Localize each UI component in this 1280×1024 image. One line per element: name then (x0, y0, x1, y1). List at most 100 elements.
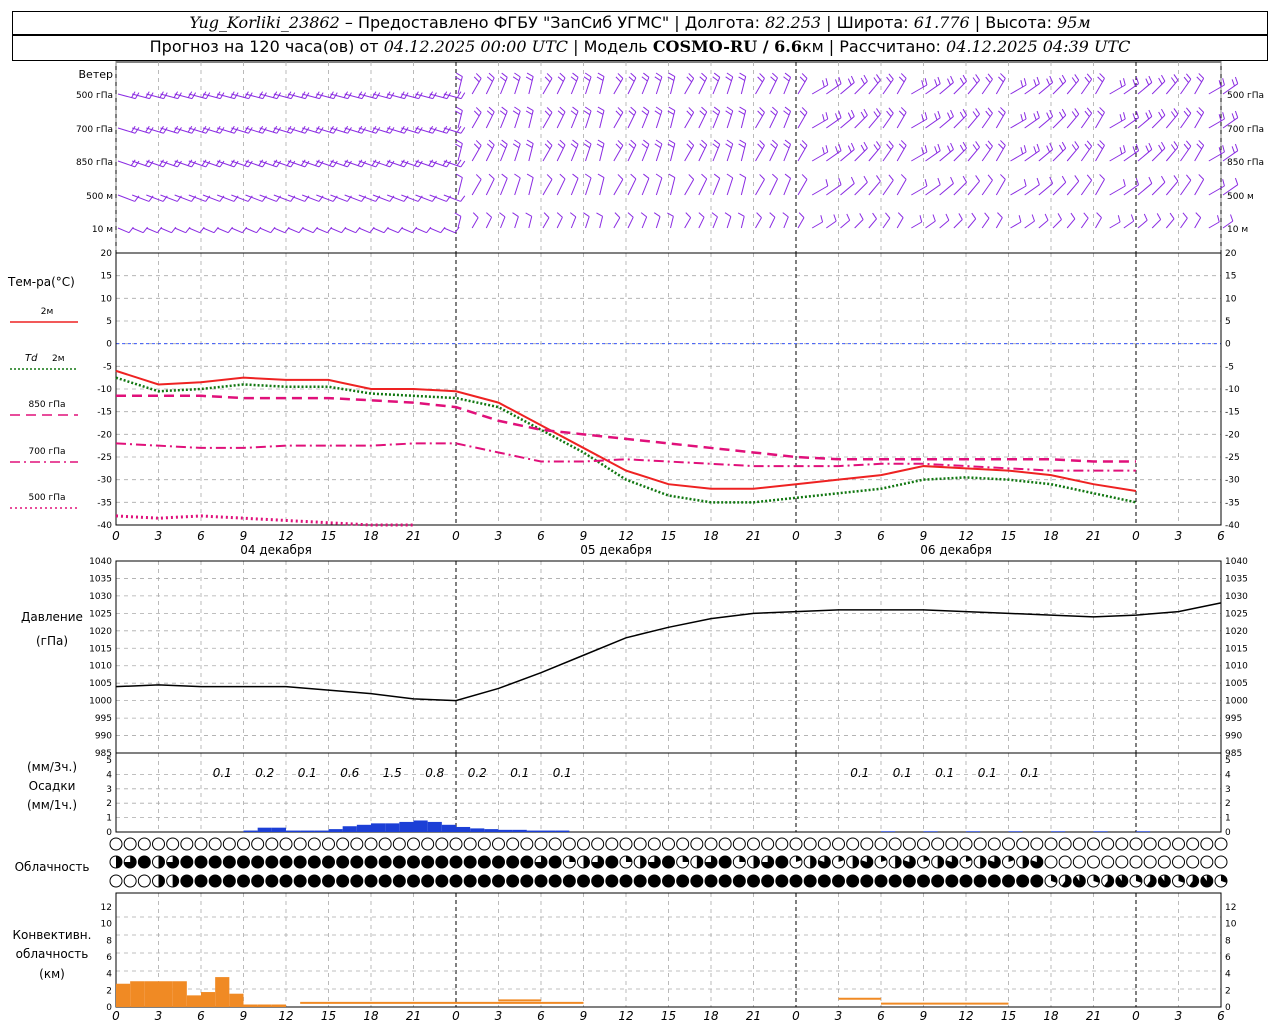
wind-barb-staff (500, 216, 506, 229)
wind-level-label-right: 700 гПа (1227, 125, 1264, 135)
wind-barb-feather (1084, 143, 1090, 150)
cloud-fill (322, 856, 335, 868)
wind-barb-feather (615, 110, 622, 117)
cloud-circle (1101, 855, 1115, 869)
cloud-fill (690, 875, 703, 887)
wind-barb-feather (1059, 144, 1064, 152)
wind-barb-feather (799, 76, 806, 83)
wind-barb-feather (570, 76, 577, 82)
wind-barb-feather (825, 78, 829, 86)
temp-xtick: 3 (835, 529, 843, 543)
wind-barb-staff (1095, 112, 1105, 129)
wind-barb-staff (457, 216, 462, 229)
wind-barb-staff (953, 147, 967, 162)
wind-barb-staff (1095, 78, 1105, 95)
conv-xtick: 15 (321, 1009, 336, 1023)
wind-barb-feather (863, 108, 868, 116)
cloud-fill (775, 875, 788, 887)
wind-barb-feather (630, 106, 637, 113)
conv-ytick-right: 4 (1225, 970, 1231, 980)
wind-barb-feather (711, 212, 718, 218)
cloud-fill (648, 875, 661, 887)
convective-bar (116, 983, 131, 1007)
wind-barb-feather (739, 139, 746, 144)
cloud-circle (1143, 855, 1157, 869)
wind-barb-feather (1096, 212, 1102, 218)
wind-barb-feather (801, 73, 808, 79)
wind-barb-feather (888, 73, 894, 80)
cloud-fill (492, 875, 505, 887)
wind-barb-staff (882, 145, 894, 162)
wind-barb-staff (882, 179, 894, 196)
wind-barb-feather (399, 159, 405, 166)
wind-barb-staff (797, 217, 805, 229)
wind-barb-feather (643, 106, 650, 112)
wind-barb-staff (556, 77, 566, 95)
conv-xtick: 3 (495, 1009, 503, 1023)
wind-barb-staff (1137, 149, 1153, 162)
wind-barb-staff (769, 144, 779, 162)
wind-barb-staff (1109, 221, 1121, 229)
wind-barb-feather (947, 112, 951, 120)
wind-barb-staff (712, 216, 718, 229)
wind-barb-feather (726, 173, 734, 179)
precip-bar (1051, 831, 1066, 832)
day-label: 04 декабря (240, 543, 312, 557)
wind-barb-staff (1080, 145, 1093, 162)
precip-3h-label: 0.1 (850, 766, 869, 780)
wind-barb-feather (934, 79, 938, 87)
wind-barb-staff (585, 177, 592, 196)
conv-xtick: 6 (537, 1009, 545, 1023)
wind-barb-feather (668, 72, 676, 77)
wind-barb-staff (755, 145, 765, 162)
wind-barb-feather (822, 147, 825, 155)
wind-barb-feather (1231, 79, 1235, 87)
wind-barb-staff (953, 114, 967, 129)
wind-barb-feather (1057, 213, 1062, 220)
wind-barb-staff (797, 112, 808, 129)
wind-barb-feather (668, 139, 676, 144)
wind-barb-feather (737, 212, 745, 217)
precip-3h-label: 0.6 (340, 766, 359, 780)
wind-barb-feather (570, 110, 577, 116)
wind-barb-feather (1135, 143, 1140, 151)
wind-barb-feather (860, 144, 866, 152)
wind-barb-staff (471, 78, 482, 95)
wind-barb-staff (826, 220, 837, 229)
wind-barb-feather (701, 72, 708, 79)
wind-barb-staff (500, 178, 508, 196)
wind-barb-feather (863, 175, 868, 183)
temp-ytick-right: 20 (1225, 249, 1237, 259)
cloud-circle (520, 837, 534, 851)
wind-barb-feather (1234, 76, 1239, 84)
wind-barb-feather (886, 76, 892, 83)
wind-barb-feather (686, 110, 693, 117)
cloud-fill (917, 875, 930, 887)
precip-bar (1093, 831, 1108, 832)
wind-barb-staff (429, 227, 441, 234)
cloud-circle (1214, 837, 1228, 851)
cloud-circle (222, 837, 236, 851)
temp-xtick: 15 (661, 529, 676, 543)
conv-xtick: 18 (703, 1009, 719, 1023)
wind-barb-feather (783, 143, 790, 149)
wind-barb-feather (725, 143, 732, 149)
wind-barb-feather (617, 140, 624, 146)
cloud-circle (860, 837, 874, 851)
wind-barb-feather (1222, 78, 1225, 86)
wind-barb-feather (559, 72, 566, 79)
wind-barb-feather (643, 139, 650, 145)
wind-barb-feather (1173, 74, 1179, 81)
wind-barb-feather (850, 176, 855, 184)
wind-barb-feather (1083, 212, 1089, 219)
cloud-fill (810, 856, 817, 868)
cloud-circle (987, 837, 1001, 851)
conv-xtick: 0 (792, 1009, 800, 1023)
wind-barb-feather (784, 72, 791, 78)
wind-barb-staff (1180, 112, 1192, 129)
precip-3h-label: 0.1 (893, 766, 912, 780)
wind-barb-staff (1066, 180, 1080, 196)
wind-barb-feather (628, 76, 635, 82)
pres-ytick-right: 1035 (1225, 574, 1248, 584)
cloud-fill (223, 856, 236, 868)
